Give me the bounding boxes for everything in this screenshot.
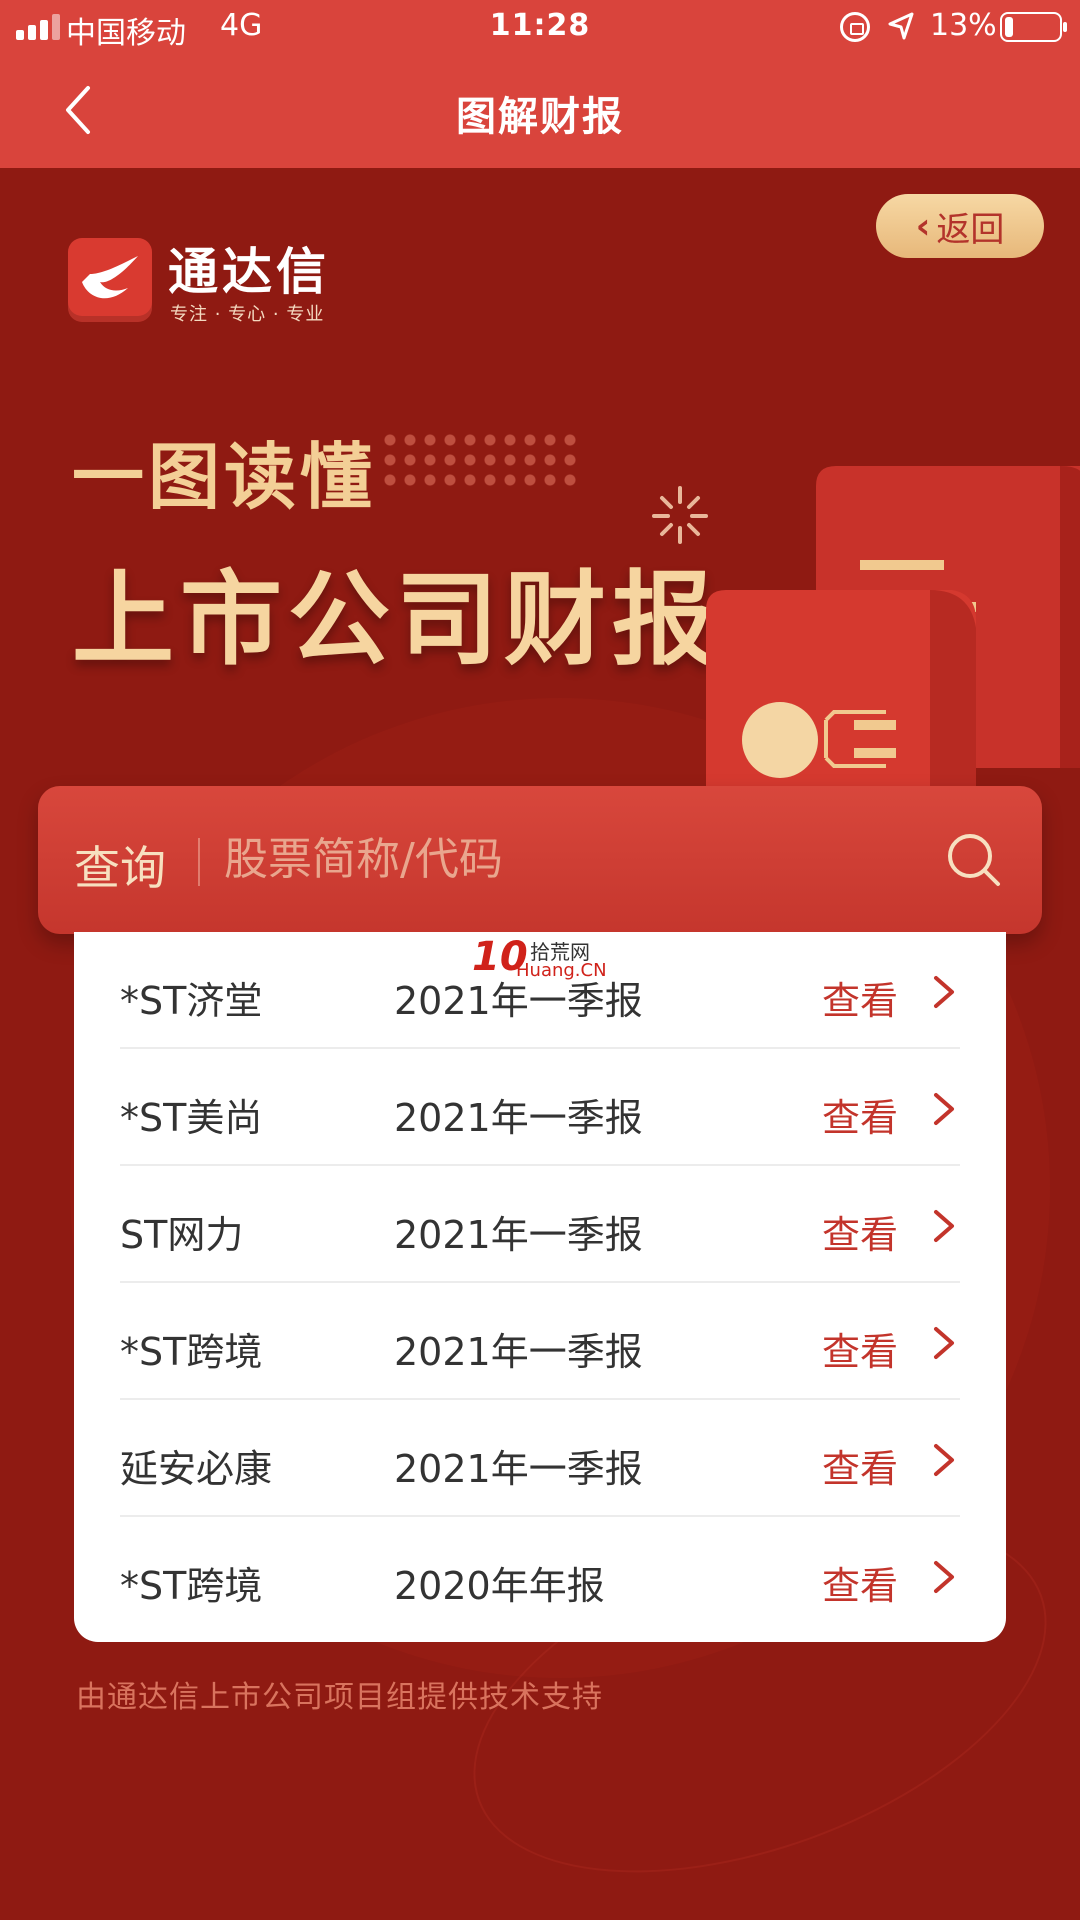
report-period: 2021年一季报 bbox=[394, 1447, 643, 1491]
chevron-right-icon bbox=[934, 1093, 954, 1125]
chevron-left-icon: ‹ bbox=[915, 205, 931, 247]
location-icon bbox=[888, 12, 914, 40]
report-row[interactable]: *ST跨境 2020年年报 查看 bbox=[120, 1517, 960, 1634]
report-period: 2021年一季报 bbox=[394, 1096, 643, 1140]
stock-name: ST网力 bbox=[120, 1213, 244, 1257]
search-icon[interactable] bbox=[944, 830, 1004, 890]
report-row[interactable]: ST网力 2021年一季报 查看 bbox=[120, 1166, 960, 1283]
logo-swoosh-icon bbox=[82, 256, 138, 299]
dot-pattern bbox=[380, 430, 580, 494]
return-button-label: 返回 bbox=[936, 209, 1005, 250]
headline-secondary: 上市公司财报 bbox=[72, 561, 720, 680]
stock-name: 延安必康 bbox=[120, 1447, 273, 1491]
stock-name: *ST跨境 bbox=[120, 1564, 263, 1608]
view-button[interactable]: 查看 bbox=[822, 1079, 962, 1140]
chevron-right-icon bbox=[934, 1444, 954, 1476]
view-button-label: 查看 bbox=[822, 1330, 899, 1374]
stock-search-input[interactable] bbox=[224, 824, 744, 894]
chevron-right-icon bbox=[934, 1327, 954, 1359]
avatar-circle bbox=[742, 702, 818, 778]
brand-name: 通达信 bbox=[168, 243, 330, 301]
search-bar: 查询 bbox=[38, 786, 1042, 934]
view-button[interactable]: 查看 bbox=[822, 1196, 962, 1257]
view-button[interactable]: 查看 bbox=[822, 962, 962, 1023]
battery-icon bbox=[1000, 12, 1067, 42]
status-time: 11:28 bbox=[489, 8, 591, 43]
report-list: *ST济堂 2021年一季报 查看 *ST美尚 2021年一季报 查看 ST网力… bbox=[74, 932, 1006, 1642]
report-period: 2021年一季报 bbox=[394, 1330, 643, 1374]
report-period: 2021年一季报 bbox=[394, 1213, 643, 1257]
top-bar: 中国移动 4G 11:28 13% 图解财报 bbox=[0, 0, 1080, 168]
view-button-label: 查看 bbox=[822, 979, 899, 1023]
watermark-domain: Huang.CN bbox=[516, 960, 607, 981]
page-title: 图解财报 bbox=[456, 94, 624, 140]
brand-slogan: 专注 · 专心 · 专业 bbox=[170, 304, 325, 325]
site-watermark: 10 拾荒网 Huang.CN bbox=[472, 934, 612, 984]
report-row[interactable]: 延安必康 2021年一季报 查看 bbox=[120, 1400, 960, 1517]
view-button-label: 查看 bbox=[822, 1213, 899, 1257]
headline-primary: 一图读懂 bbox=[72, 435, 377, 519]
tdx-logo bbox=[68, 238, 152, 322]
return-button[interactable]: ‹ 返回 bbox=[876, 194, 1044, 258]
search-label: 查询 bbox=[74, 841, 166, 895]
divider bbox=[198, 838, 200, 886]
report-row[interactable]: *ST跨境 2021年一季报 查看 bbox=[120, 1283, 960, 1400]
battery-percent: 13% bbox=[930, 8, 997, 43]
status-bar: 中国移动 4G 11:28 13% bbox=[0, 0, 1080, 56]
chevron-right-icon bbox=[934, 1561, 954, 1593]
chevron-right-icon bbox=[934, 1210, 954, 1242]
footer-note: 由通达信上市公司项目组提供技术支持 bbox=[76, 1680, 603, 1715]
chevron-right-icon bbox=[934, 976, 954, 1008]
view-button-label: 查看 bbox=[822, 1096, 899, 1140]
view-button-label: 查看 bbox=[822, 1447, 899, 1491]
stock-name: *ST济堂 bbox=[120, 979, 263, 1023]
stock-name: *ST美尚 bbox=[120, 1096, 263, 1140]
view-button-label: 查看 bbox=[822, 1564, 899, 1608]
report-row[interactable]: *ST美尚 2021年一季报 查看 bbox=[120, 1049, 960, 1166]
view-button[interactable]: 查看 bbox=[822, 1313, 962, 1374]
stock-name: *ST跨境 bbox=[120, 1330, 263, 1374]
report-period: 2020年年报 bbox=[394, 1564, 605, 1608]
view-button[interactable]: 查看 bbox=[822, 1547, 962, 1608]
sparkle-icon bbox=[652, 486, 708, 544]
orientation-lock-icon bbox=[840, 12, 870, 42]
view-button[interactable]: 查看 bbox=[822, 1430, 962, 1491]
